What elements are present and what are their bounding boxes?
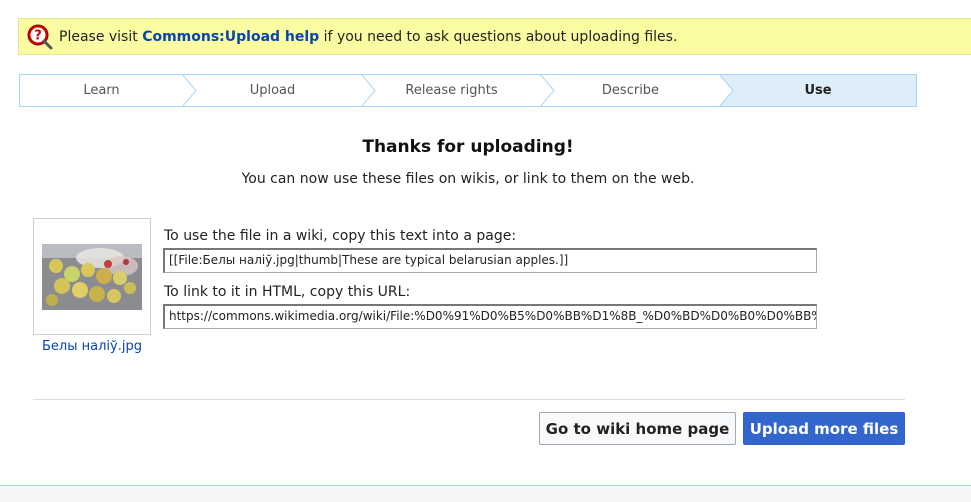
step-separator-icon bbox=[360, 74, 376, 107]
step-label: Upload bbox=[249, 83, 296, 98]
step-label: Release rights bbox=[405, 83, 498, 98]
html-url-label: To link to it in HTML, copy this URL: bbox=[164, 284, 411, 300]
divider bbox=[33, 399, 905, 400]
svg-text:?: ? bbox=[34, 28, 42, 43]
page-title: Thanks for uploading! bbox=[362, 137, 574, 157]
step-separator-icon bbox=[539, 74, 555, 107]
notice-prefix: Please visit bbox=[59, 28, 138, 45]
wiki-text-field[interactable]: [[File:Белы наліў.jpg|thumb|These are ty… bbox=[163, 248, 817, 273]
html-url-field[interactable]: https://commons.wikimedia.org/wiki/File:… bbox=[163, 304, 817, 329]
help-question-icon: ? bbox=[27, 24, 53, 49]
step-label: Describe bbox=[601, 83, 660, 98]
apples-photo-image bbox=[42, 244, 142, 310]
file-name-link[interactable]: Белы наліў.jpg bbox=[33, 339, 151, 354]
upload-help-link[interactable]: Commons:Upload help bbox=[142, 29, 319, 45]
step-label: Learn bbox=[83, 83, 120, 98]
step-upload: Upload bbox=[183, 74, 376, 107]
step-describe: Describe bbox=[541, 74, 734, 107]
step-learn: Learn bbox=[20, 74, 197, 107]
upload-wizard-steps: Learn Upload Release rights Describe Use bbox=[19, 74, 917, 107]
step-separator-icon bbox=[718, 74, 734, 107]
step-release-rights: Release rights bbox=[362, 74, 555, 107]
step-label: Use bbox=[804, 83, 832, 98]
notice-suffix: if you need to ask questions about uploa… bbox=[323, 28, 678, 45]
footer-strip bbox=[0, 485, 971, 502]
wiki-text-label: To use the file in a wiki, copy this tex… bbox=[164, 228, 517, 244]
step-separator-icon bbox=[181, 74, 197, 107]
upload-more-files-button[interactable]: Upload more files bbox=[743, 412, 905, 445]
step-use: Use bbox=[720, 75, 916, 106]
upload-help-notice: ? Please visit Commons:Upload help if yo… bbox=[18, 18, 971, 55]
page-subtitle: You can now use these files on wikis, or… bbox=[241, 171, 695, 187]
file-thumbnail[interactable] bbox=[33, 218, 151, 335]
go-to-wiki-home-button[interactable]: Go to wiki home page bbox=[539, 412, 736, 445]
